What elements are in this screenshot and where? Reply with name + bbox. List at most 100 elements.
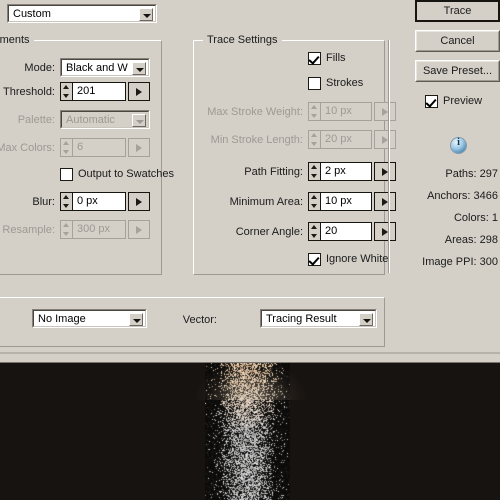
- raster-dropdown[interactable]: No Image: [32, 309, 147, 328]
- arrow-up-icon[interactable]: [309, 163, 320, 171]
- arrow-up-icon[interactable]: [61, 193, 72, 201]
- path-fitting-label: Path Fitting:: [244, 166, 303, 178]
- minimum-area-slider-button[interactable]: [374, 192, 396, 211]
- resample-field: 300 px: [72, 220, 126, 239]
- adjustments-title: Adjustments: [0, 34, 34, 46]
- corner-angle-field[interactable]: 20: [320, 222, 372, 241]
- arrow-up-icon[interactable]: [61, 83, 72, 91]
- stat-areas: Areas: 298: [444, 234, 498, 246]
- strokes-label: Strokes: [326, 77, 364, 89]
- tracing-options-dialog: Custom Adjustments Mode: Black and White…: [0, 0, 500, 362]
- max-colors-slider-button: [128, 138, 150, 157]
- minimum-area-value: 10 px: [325, 195, 352, 207]
- checkbox-box[interactable]: [308, 52, 321, 65]
- chevron-down-icon[interactable]: [359, 313, 373, 326]
- ignore-white-label: Ignore White: [326, 253, 389, 265]
- checkbox-box[interactable]: [308, 253, 321, 266]
- chevron-down-icon[interactable]: [132, 62, 146, 75]
- threshold-value: 201: [77, 85, 96, 97]
- min-stroke-length-label: Min Stroke Length:: [210, 134, 303, 146]
- mode-label: Mode:: [24, 62, 55, 74]
- arrow-up-icon: [309, 103, 320, 111]
- corner-angle-stepper[interactable]: 20: [308, 222, 396, 241]
- min-stroke-length-stepper: 20 px: [308, 130, 396, 149]
- arrow-down-icon[interactable]: [309, 202, 320, 210]
- mode-value: Black and White: [66, 62, 128, 74]
- min-stroke-length-slider-button: [374, 130, 396, 149]
- trace-button[interactable]: Trace: [415, 0, 500, 22]
- minimum-area-field[interactable]: 10 px: [320, 192, 372, 211]
- arrow-up-icon[interactable]: [309, 223, 320, 231]
- minimum-area-stepper[interactable]: 10 px: [308, 192, 396, 211]
- palette-value: Automatic: [66, 114, 115, 126]
- traced-artwork-strip: [205, 362, 290, 500]
- max-stroke-weight-value: 10 px: [325, 105, 352, 117]
- cancel-button[interactable]: Cancel: [415, 30, 500, 52]
- info-icon: [451, 137, 466, 153]
- threshold-stepper[interactable]: 201: [60, 82, 150, 101]
- arrow-down-icon[interactable]: [61, 92, 72, 100]
- resample-stepper: 300 px: [60, 220, 150, 239]
- arrow-down-icon: [61, 230, 72, 238]
- arrow-down-icon: [309, 112, 320, 120]
- path-fitting-field[interactable]: 2 px: [320, 162, 372, 181]
- checkbox-box[interactable]: [60, 168, 73, 181]
- corner-angle-slider-button[interactable]: [374, 222, 396, 241]
- arrow-down-icon[interactable]: [309, 172, 320, 180]
- arrow-up-icon: [61, 139, 72, 147]
- max-stroke-weight-field: 10 px: [320, 102, 372, 121]
- arrow-down-icon: [309, 140, 320, 148]
- checkbox-box[interactable]: [308, 77, 321, 90]
- threshold-field[interactable]: 201: [72, 82, 126, 101]
- preset-dropdown-inner: Custom: [8, 5, 156, 22]
- blur-field[interactable]: 0 px: [72, 192, 126, 211]
- fills-label: Fills: [326, 52, 346, 64]
- blur-slider-button[interactable]: [128, 192, 150, 211]
- stat-image-ppi: Image PPI: 300: [422, 256, 498, 268]
- max-stroke-weight-slider-button: [374, 102, 396, 121]
- max-stroke-weight-label: Max Stroke Weight:: [207, 106, 303, 118]
- stat-colors: Colors: 1: [453, 212, 498, 224]
- min-stroke-length-field: 20 px: [320, 130, 372, 149]
- arrow-up-icon: [309, 131, 320, 139]
- save-preset-button[interactable]: Save Preset...: [415, 60, 500, 82]
- resample-slider-button: [128, 220, 150, 239]
- path-fitting-slider-button[interactable]: [374, 162, 396, 181]
- raster-value: No Image: [38, 313, 86, 325]
- arrow-down-icon[interactable]: [61, 202, 72, 210]
- preset-dropdown[interactable]: Custom: [7, 4, 157, 23]
- stat-paths: Paths: 297: [445, 168, 498, 180]
- checkbox-box[interactable]: [425, 95, 438, 108]
- path-fitting-stepper[interactable]: 2 px: [308, 162, 396, 181]
- raster-label: Raster:: [0, 314, 1, 326]
- artboard-canvas[interactable]: [0, 362, 500, 500]
- palette-dropdown: Automatic: [60, 110, 150, 129]
- panel-divider: [388, 40, 390, 273]
- blur-label: Blur:: [32, 196, 55, 208]
- vector-dropdown[interactable]: Tracing Result: [260, 309, 377, 328]
- chevron-down-icon[interactable]: [139, 8, 153, 21]
- min-stroke-length-value: 20 px: [325, 133, 352, 145]
- arrow-down-icon[interactable]: [309, 232, 320, 240]
- max-colors-label: Max Colors:: [0, 142, 55, 154]
- save-preset-button-label: Save Preset...: [422, 65, 493, 77]
- threshold-slider-button[interactable]: [128, 82, 150, 101]
- arrow-down-icon: [61, 148, 72, 156]
- corner-angle-label: Corner Angle:: [235, 226, 303, 238]
- output-to-swatches-label: Output to Swatches: [78, 168, 174, 180]
- minimum-area-label: Minimum Area:: [229, 196, 303, 208]
- palette-label: Palette:: [17, 114, 55, 126]
- max-colors-value: 6: [77, 141, 84, 153]
- resample-label: Resample:: [2, 224, 55, 236]
- dialog-bottom-edge: [0, 352, 500, 354]
- tracing-options-window: Custom Adjustments Mode: Black and White…: [0, 0, 500, 500]
- arrow-up-icon[interactable]: [309, 193, 320, 201]
- mode-dropdown[interactable]: Black and White: [60, 58, 150, 77]
- resample-value: 300 px: [77, 223, 111, 235]
- max-colors-field: 6: [72, 138, 126, 157]
- blur-stepper[interactable]: 0 px: [60, 192, 150, 211]
- preset-value: Custom: [13, 8, 51, 20]
- noise-texture: [205, 362, 290, 500]
- cancel-button-label: Cancel: [440, 35, 475, 47]
- chevron-down-icon[interactable]: [129, 313, 143, 326]
